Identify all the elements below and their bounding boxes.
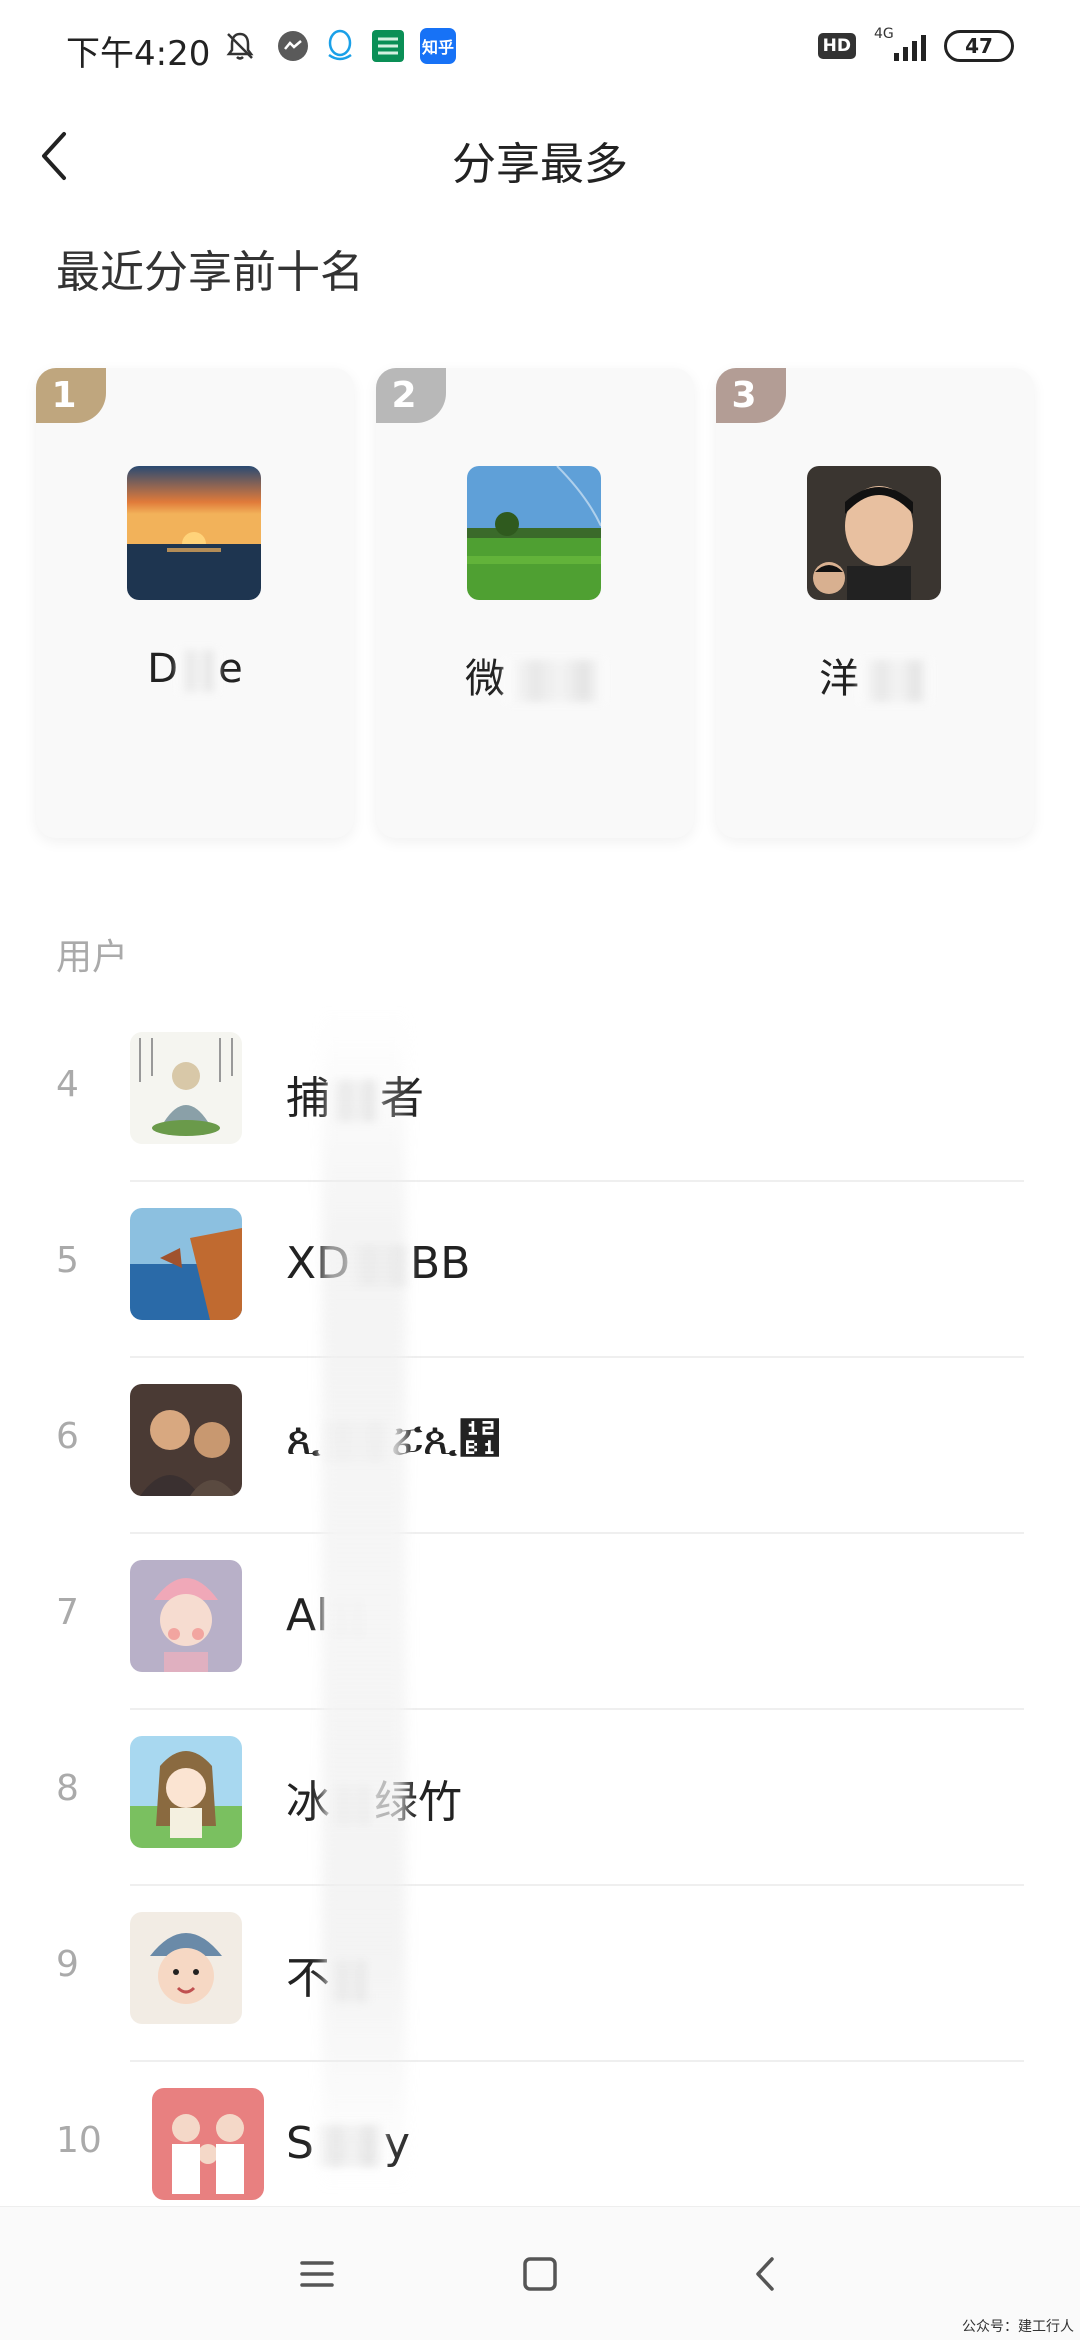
avatar — [130, 1032, 242, 1144]
list-item[interactable]: 7 Al — [0, 1534, 1080, 1710]
avatar — [467, 466, 601, 600]
blurred-text — [178, 650, 219, 692]
bell-off-icon — [222, 28, 258, 64]
avatar — [130, 1208, 242, 1320]
list-item[interactable]: 6 ጲ ፚጲ኱ — [0, 1358, 1080, 1534]
rank-number: 5 — [56, 1240, 79, 1281]
rank-badge: 2 — [376, 368, 446, 423]
hd-icon: HD — [817, 33, 856, 59]
system-status-icons: HD 4G 47 — [817, 27, 1014, 62]
top-card-2[interactable]: 2 微 — [376, 368, 694, 838]
zhihu-icon: 知乎 — [420, 28, 456, 64]
avatar — [127, 466, 261, 600]
rank-badge: 1 — [36, 368, 106, 423]
watermark: 公众号：建工行人 — [962, 2319, 1074, 2335]
rank-badge: 3 — [716, 368, 786, 423]
avatar — [807, 466, 941, 600]
rank-number: 4 — [56, 1064, 79, 1105]
top-ten-title: 最近分享前十名 — [56, 247, 364, 298]
menu-icon[interactable] — [292, 2249, 342, 2299]
home-square-icon[interactable] — [515, 2249, 565, 2299]
back-triangle-icon[interactable] — [740, 2249, 790, 2299]
rank-number: 6 — [56, 1416, 79, 1457]
battery-icon: 47 — [944, 30, 1014, 62]
network-type: 4G — [874, 26, 894, 42]
chat-bubble-icon — [278, 31, 308, 61]
list-item[interactable]: 4 捕者 — [0, 1006, 1080, 1182]
avatar — [130, 1912, 242, 2024]
top-card-3[interactable]: 3 洋 — [716, 368, 1034, 838]
top-card-1[interactable]: 1 De — [36, 368, 354, 838]
avatar — [130, 1384, 242, 1496]
status-time: 下午4:20 — [66, 34, 211, 74]
signal-icon: 4G — [874, 27, 926, 61]
status-bar: 下午4:20 知乎 HD 4G 47 — [0, 0, 1080, 100]
blurred-text — [505, 660, 605, 702]
list-item[interactable]: 8 冰绿竹 — [0, 1710, 1080, 1886]
page-title: 分享最多 — [452, 139, 628, 190]
avatar — [130, 1560, 242, 1672]
system-nav-bar: 公众号：建工行人 — [0, 2206, 1080, 2340]
rank-number: 8 — [56, 1768, 79, 1809]
avatar — [152, 2088, 264, 2200]
notification-icons: 知乎 — [222, 28, 456, 64]
china-post-icon — [372, 30, 404, 62]
list-item[interactable]: 5 XD BB — [0, 1182, 1080, 1358]
card-name: 洋 — [716, 646, 1034, 704]
qq-icon — [324, 28, 356, 64]
card-name: De — [147, 646, 243, 692]
users-section-title: 用户 — [56, 937, 129, 978]
rank-number: 7 — [56, 1592, 79, 1633]
card-name: 微 — [376, 646, 694, 704]
blurred-text — [859, 660, 931, 702]
rank-number: 9 — [56, 1944, 79, 1985]
privacy-blur-overlay — [322, 1010, 406, 2190]
avatar — [130, 1736, 242, 1848]
list-item[interactable]: 9 不 — [0, 1886, 1080, 2062]
rank-number: 10 — [56, 2120, 102, 2161]
